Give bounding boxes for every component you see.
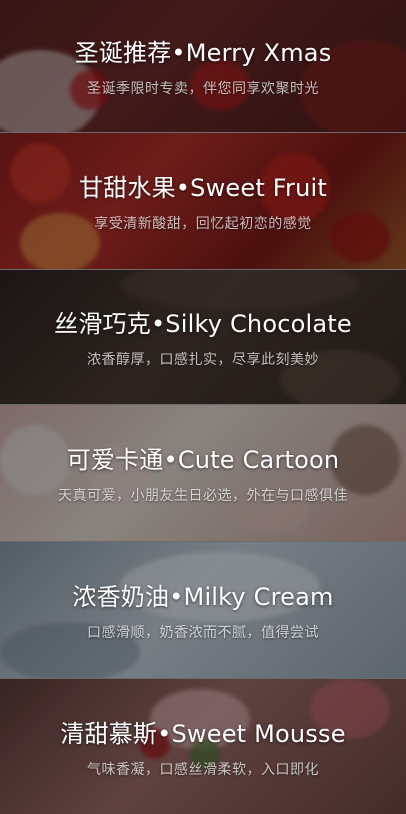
card-subtitle: 口感滑顺，奶香浓而不腻，值得尝试 bbox=[87, 625, 319, 641]
card-subtitle: 气味香凝，口感丝滑柔软，入口即化 bbox=[87, 761, 319, 778]
card-title: 清甜慕斯•Sweet Mousse bbox=[60, 719, 346, 748]
card-title: 丝滑巧克•Silky Chocolate bbox=[54, 310, 352, 338]
category-card-sweet-fruit[interactable]: 甘甜水果•Sweet Fruit 享受清新酸甜，回忆起初恋的感觉 bbox=[0, 133, 406, 270]
card-subtitle: 浓香醇厚，口感扎实，尽享此刻美妙 bbox=[87, 352, 319, 368]
category-card-sweet-mousse[interactable]: 清甜慕斯•Sweet Mousse 气味香凝，口感丝滑柔软，入口即化 bbox=[0, 679, 406, 814]
category-card-milky-cream[interactable]: 浓香奶油•Milky Cream 口感滑顺，奶香浓而不腻，值得尝试 bbox=[0, 542, 406, 679]
card-title: 甘甜水果•Sweet Fruit bbox=[78, 174, 327, 202]
category-card-cute-cartoon[interactable]: 可爱卡通•Cute Cartoon 天真可爱，小朋友生日必选，外在与口感俱佳 bbox=[0, 405, 406, 542]
category-card-silky-chocolate[interactable]: 丝滑巧克•Silky Chocolate 浓香醇厚，口感扎实，尽享此刻美妙 bbox=[0, 270, 406, 405]
category-list: 圣诞推荐•Merry Xmas 圣诞季限时专卖，伴您同享欢聚时光 甘甜水果•Sw… bbox=[0, 0, 406, 814]
card-subtitle: 享受清新酸甜，回忆起初恋的感觉 bbox=[94, 216, 312, 232]
card-title: 圣诞推荐•Merry Xmas bbox=[74, 39, 332, 67]
card-subtitle: 圣诞季限时专卖，伴您同享欢聚时光 bbox=[87, 81, 319, 97]
card-title: 浓香奶油•Milky Cream bbox=[72, 583, 334, 611]
card-title: 可爱卡通•Cute Cartoon bbox=[66, 446, 340, 474]
card-subtitle: 天真可爱，小朋友生日必选，外在与口感俱佳 bbox=[58, 488, 348, 504]
category-card-merry-xmas[interactable]: 圣诞推荐•Merry Xmas 圣诞季限时专卖，伴您同享欢聚时光 bbox=[0, 0, 406, 133]
